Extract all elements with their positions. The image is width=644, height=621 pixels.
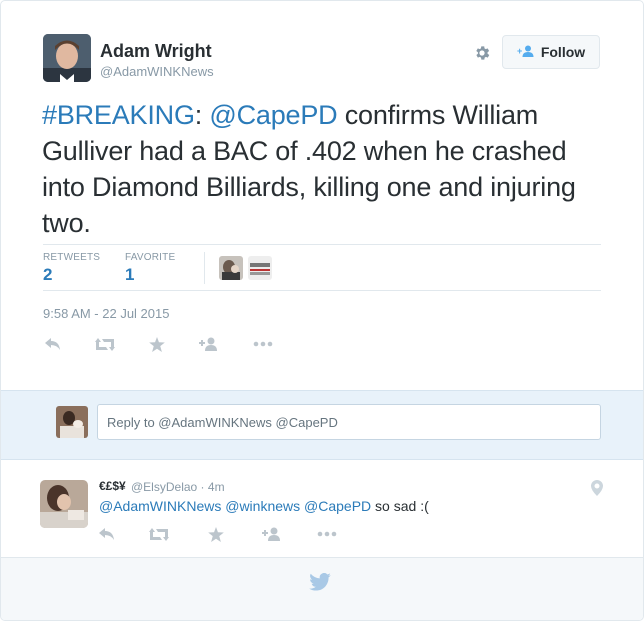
tweet-card: Adam Wright @AdamWINKNews + Follow #BREA… [0, 0, 644, 621]
location-pin-icon[interactable] [591, 480, 603, 501]
reply-input[interactable]: Reply to @AdamWINKNews @CapePD [97, 404, 601, 440]
star-icon[interactable] [148, 335, 166, 353]
reply-body: so sad :( [371, 498, 429, 514]
reply-separator: · [197, 480, 208, 494]
ellipsis-icon[interactable] [316, 527, 338, 541]
follow-label: Follow [540, 44, 586, 60]
reply-icon[interactable] [98, 526, 116, 542]
svg-text:+: + [517, 46, 522, 56]
stats-divider [204, 252, 205, 284]
mention-link[interactable]: @AdamWINKNews [99, 498, 221, 514]
add-person-icon: + [517, 45, 535, 60]
reply-age[interactable]: 4m [208, 480, 225, 494]
reply-meta: @ElsyDelao · 4m [131, 480, 225, 494]
twitter-bird-icon[interactable] [309, 572, 331, 596]
author-name[interactable]: Adam Wright [100, 41, 212, 62]
hashtag-link[interactable]: #BREAKING [42, 100, 195, 130]
reply-text: @AdamWINKNews @winknews @CapePD so sad :… [99, 498, 429, 514]
author-avatar[interactable] [43, 34, 91, 82]
retweet-icon[interactable] [94, 336, 116, 352]
retweet-icon[interactable] [148, 526, 170, 542]
favorites-count[interactable]: 1 [125, 265, 134, 285]
tweet-timestamp[interactable]: 9:58 AM - 22 Jul 2015 [43, 306, 169, 321]
divider [43, 290, 601, 291]
tweet-text: #BREAKING: @CapePD confirms William Gull… [42, 97, 607, 241]
viewer-avatar [56, 406, 88, 438]
star-icon[interactable] [207, 525, 225, 543]
retweets-count[interactable]: 2 [43, 265, 52, 285]
favoriter-avatar[interactable] [219, 256, 243, 280]
add-person-icon[interactable] [261, 526, 283, 542]
favorites-label: FAVORITE [125, 252, 176, 263]
add-person-icon[interactable] [198, 336, 220, 352]
reply-author-avatar[interactable] [40, 480, 88, 528]
ellipsis-icon[interactable] [252, 337, 274, 351]
author-handle[interactable]: @AdamWINKNews [100, 64, 214, 79]
gear-icon[interactable] [470, 41, 494, 65]
tweet-colon: : [194, 100, 210, 130]
follow-button[interactable]: + Follow [502, 35, 600, 69]
reply-author-name[interactable]: €£$¥ [99, 479, 126, 493]
retweeter-avatar[interactable] [248, 256, 272, 280]
reply-author-handle[interactable]: @ElsyDelao [131, 480, 197, 494]
mention-link[interactable]: @CapePD [304, 498, 371, 514]
mention-link[interactable]: @CapePD [209, 100, 337, 130]
divider [43, 244, 601, 245]
mention-link[interactable]: @winknews [225, 498, 300, 514]
reply-icon[interactable] [44, 336, 62, 352]
retweets-label: RETWEETS [43, 252, 101, 263]
